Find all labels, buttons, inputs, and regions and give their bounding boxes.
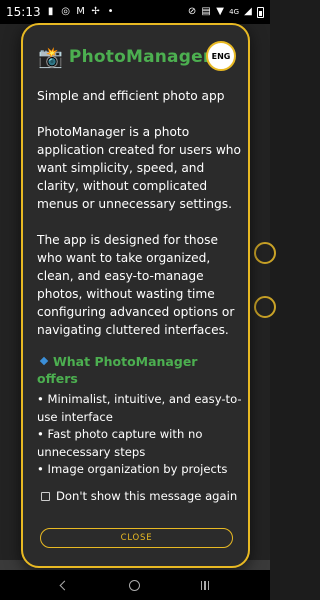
home-icon[interactable] (128, 579, 140, 591)
feature-item: • Minimalist, intuitive, and easy-to-use… (37, 392, 242, 424)
dialog-header: 📸 PhotoManager ENG (38, 41, 236, 73)
camera-icon: 📸 (38, 45, 63, 69)
close-button[interactable]: CLOSE (40, 528, 233, 548)
wifi-icon: ▼ (216, 6, 224, 17)
battery-icon (257, 6, 264, 18)
dot-icon: • (107, 6, 114, 17)
tagline: Simple and efficient photo app (37, 89, 225, 103)
status-bar: 15:13 ▮ ◎ M ✢ • ⊘ ▤ ▼ 4G ◢ (0, 0, 270, 24)
signal-icon: ◢ (244, 6, 252, 17)
feature-item: • Image organization by projects (37, 462, 228, 476)
dont-show-again-checkbox[interactable] (41, 491, 50, 501)
navigation-bar (0, 570, 270, 600)
whatsapp-icon: ◎ (61, 6, 70, 17)
app-title: PhotoManager (68, 47, 212, 67)
volte-icon: ▤ (201, 6, 211, 17)
section-title-text: What PhotoManager offers (37, 354, 198, 386)
diamond-icon (39, 356, 49, 366)
back-icon[interactable] (59, 580, 70, 590)
pinwheel-icon: ✢ (91, 6, 100, 17)
description-paragraph: The app is designed for those who want t… (37, 233, 235, 337)
notification-icon: ▮ (47, 6, 54, 17)
description-paragraph: PhotoManager is a photo application crea… (37, 125, 241, 211)
checkbox-label: Don't show this message again (56, 489, 238, 503)
info-dialog: 📸 PhotoManager ENG Simple and efficient … (21, 23, 250, 568)
background-button (254, 242, 276, 264)
silent-icon: ⊘ (187, 6, 197, 17)
dont-show-again-row[interactable]: Don't show this message again (41, 489, 237, 503)
recents-icon[interactable] (200, 580, 210, 590)
signal-label: 4G (229, 8, 239, 16)
gmail-icon: M (76, 6, 85, 17)
background-button (254, 296, 276, 318)
language-button[interactable]: ENG (206, 41, 236, 71)
clock: 15:13 (6, 5, 41, 19)
section-title: What PhotoManager offers (37, 353, 242, 387)
dialog-body: Simple and efficient photo app PhotoMana… (37, 87, 242, 479)
feature-item: • Fast photo capture with no unnecessary… (37, 427, 203, 459)
